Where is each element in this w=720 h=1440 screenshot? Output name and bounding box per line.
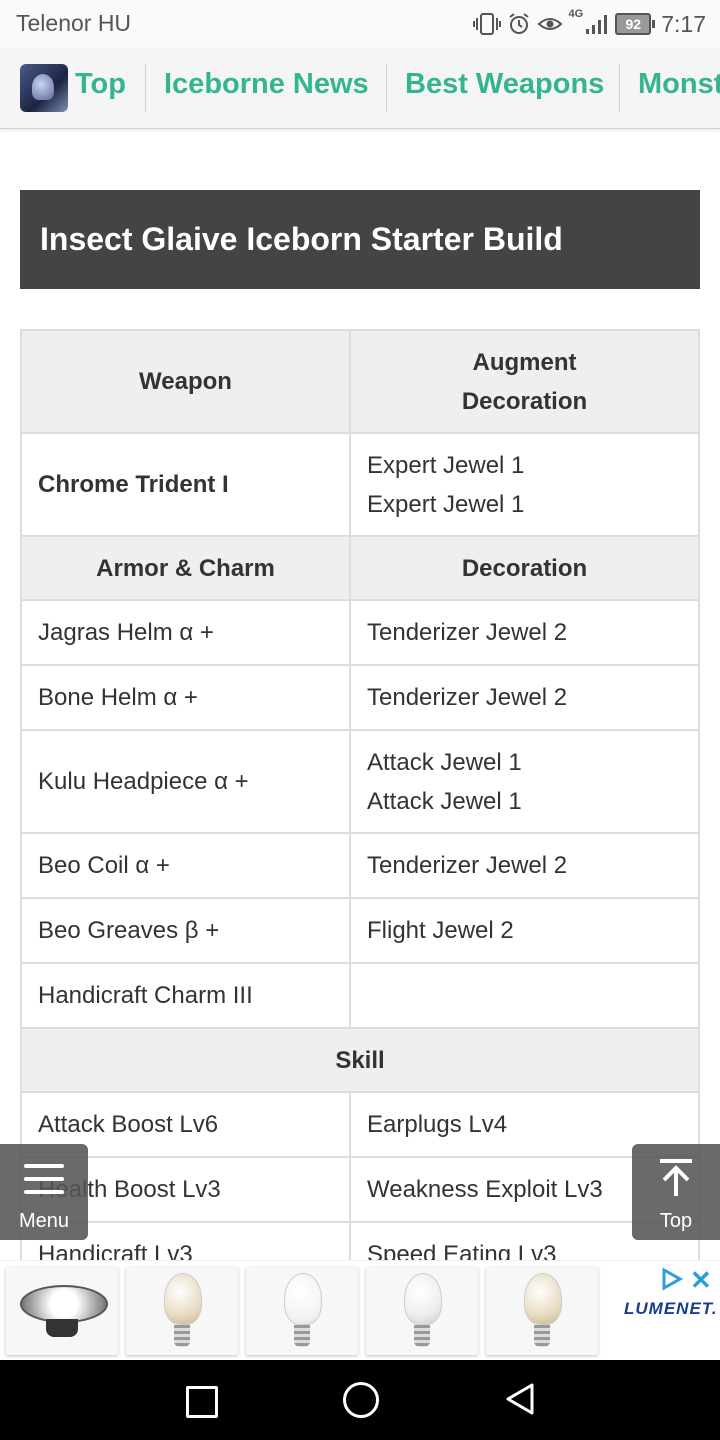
back-to-top-button[interactable]: Top xyxy=(632,1144,720,1240)
section-title: Insect Glaive Iceborn Starter Build xyxy=(40,221,563,257)
table-header-cell: Skill xyxy=(20,1027,700,1093)
carrier-name: Telenor HU xyxy=(16,10,132,36)
game-logo-icon[interactable] xyxy=(20,64,68,112)
system-navigation-bar xyxy=(0,1360,720,1440)
armor-cell: Handicraft Charm III xyxy=(20,962,351,1029)
table-row: Beo Greaves β + Flight Jewel 2 xyxy=(20,897,700,964)
eye-comfort-icon xyxy=(537,18,563,30)
table-row: Handicraft Charm III xyxy=(20,962,700,1029)
menu-button[interactable]: Menu xyxy=(0,1144,88,1240)
section-heading: Insect Glaive Iceborn Starter Build xyxy=(20,190,700,289)
table-header-row: Weapon Augment Decoration xyxy=(20,329,700,434)
weapon-name-cell: Chrome Trident I xyxy=(20,432,351,537)
signal-icon xyxy=(586,15,608,34)
ad-product-image[interactable] xyxy=(126,1267,238,1355)
table-row: Jagras Helm α + Tenderizer Jewel 2 xyxy=(20,599,700,666)
top-label: Top xyxy=(659,1210,693,1232)
battery-icon: 92 xyxy=(615,13,656,35)
ad-close-icon[interactable]: ✕ xyxy=(690,1265,712,1296)
alarm-icon xyxy=(508,13,529,34)
top-navigation: Top Iceborne News Best Weapons Monst xyxy=(0,48,720,129)
ad-product-image[interactable] xyxy=(246,1267,358,1355)
deco-cell: Tenderizer Jewel 2 xyxy=(349,832,700,899)
status-icons: 4G 92 7:17 xyxy=(472,8,706,40)
armor-cell: Jagras Helm α + xyxy=(20,599,351,666)
table-row: Bone Helm α + Tenderizer Jewel 2 xyxy=(20,664,700,731)
arrow-up-icon xyxy=(660,1159,692,1196)
nav-divider xyxy=(619,64,620,112)
back-button[interactable] xyxy=(504,1382,536,1416)
deco-cell xyxy=(349,962,700,1029)
deco-cell: Tenderizer Jewel 2 xyxy=(349,664,700,731)
network-type: 4G xyxy=(568,8,584,20)
hamburger-icon xyxy=(24,1164,64,1203)
table-header-cell: Augment Decoration xyxy=(349,329,700,434)
deco-cell: Tenderizer Jewel 2 xyxy=(349,599,700,666)
table-header-cell: Decoration xyxy=(349,535,700,601)
table-row: Kulu Headpiece α + Attack Jewel 1 Attack… xyxy=(20,729,700,834)
armor-cell: Beo Coil α + xyxy=(20,832,351,899)
menu-label: Menu xyxy=(18,1210,70,1232)
build-table: Weapon Augment Decoration Chrome Trident… xyxy=(20,329,700,1288)
vibrate-icon xyxy=(472,13,501,35)
armor-cell: Bone Helm α + xyxy=(20,664,351,731)
deco-cell: Attack Jewel 1 Attack Jewel 1 xyxy=(349,729,700,834)
table-row: Chrome Trident I Expert Jewel 1 Expert J… xyxy=(20,432,700,537)
home-button[interactable] xyxy=(343,1382,379,1418)
status-bar: Telenor HU 4G 92 7:17 xyxy=(0,0,720,48)
table-row: Health Boost Lv3 Weakness Exploit Lv3 xyxy=(20,1156,700,1223)
table-row: Attack Boost Lv6 Earplugs Lv4 xyxy=(20,1091,700,1158)
armor-cell: Beo Greaves β + xyxy=(20,897,351,964)
table-header-row: Skill xyxy=(20,1027,700,1093)
nav-divider xyxy=(386,64,387,112)
armor-cell: Kulu Headpiece α + xyxy=(20,729,351,834)
battery-level: 92 xyxy=(615,13,652,35)
ad-banner[interactable]: ✕ LUMENET. xyxy=(0,1260,720,1361)
ad-product-image[interactable] xyxy=(486,1267,598,1355)
ad-product-image[interactable] xyxy=(6,1267,118,1355)
ad-product-image[interactable] xyxy=(366,1267,478,1355)
nav-item-monsters[interactable]: Monst xyxy=(638,68,720,101)
nav-divider xyxy=(145,64,146,112)
table-row: Beo Coil α + Tenderizer Jewel 2 xyxy=(20,832,700,899)
nav-item-best-weapons[interactable]: Best Weapons xyxy=(405,68,604,101)
deco-cell: Flight Jewel 2 xyxy=(349,897,700,964)
table-header-cell: Weapon xyxy=(20,329,351,434)
weapon-deco-cell: Expert Jewel 1 Expert Jewel 1 xyxy=(349,432,700,537)
clock: 7:17 xyxy=(661,10,706,37)
nav-item-iceborne-news[interactable]: Iceborne News xyxy=(164,68,369,101)
nav-item-top[interactable]: Top xyxy=(75,68,126,101)
ad-brand-logo[interactable]: LUMENET. xyxy=(624,1299,718,1319)
ad-choices-icon[interactable] xyxy=(660,1267,684,1291)
recent-apps-button[interactable] xyxy=(186,1386,218,1418)
table-header-cell: Armor & Charm xyxy=(20,535,351,601)
table-header-row: Armor & Charm Decoration xyxy=(20,535,700,601)
